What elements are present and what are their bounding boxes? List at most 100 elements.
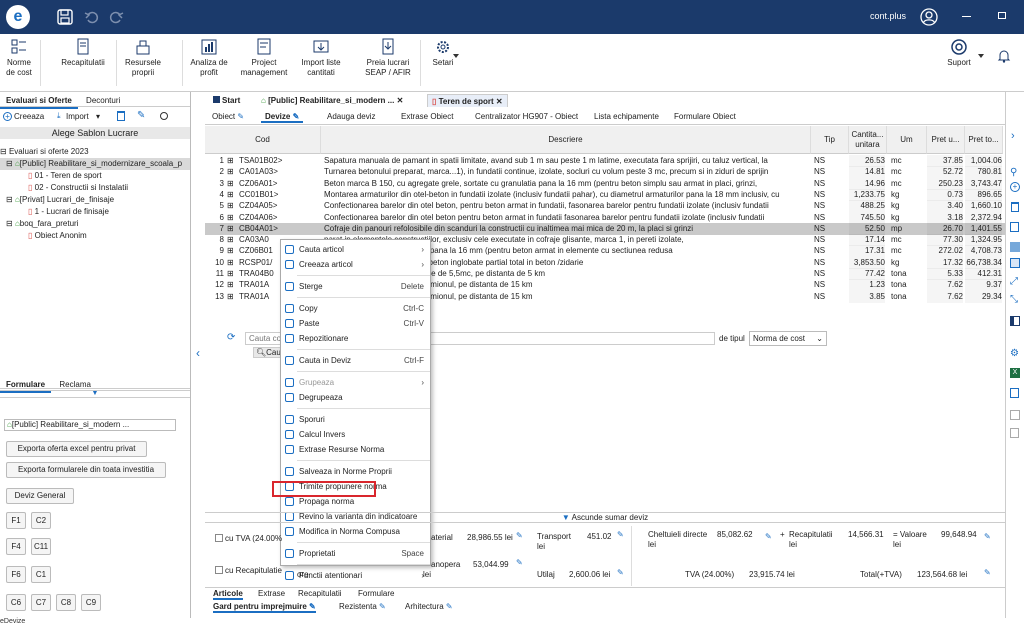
pencil-icon[interactable]: ✎ [984, 568, 991, 577]
tab-recapitulatii[interactable]: Recapitulatii [298, 589, 342, 598]
ribbon-import-liste[interactable]: Import liste cantitati [295, 38, 347, 90]
pencil-icon[interactable]: ✎ [617, 530, 624, 539]
expand-row-icon[interactable]: ⊞ [227, 279, 237, 291]
redo-icon[interactable] [108, 9, 124, 25]
copy-icon[interactable] [1010, 388, 1019, 398]
subtab-lista-echipamente[interactable]: Lista echipamente [594, 110, 659, 123]
ribbon-recapitulatii[interactable]: Recapitulatii [57, 38, 109, 90]
tree-node-boq[interactable]: ⊟ ⌂boq_fara_preturi [0, 218, 190, 230]
sheet-rezistenta[interactable]: Rezistenta ✎ [339, 602, 386, 611]
menu-item-sporuri[interactable]: Sporuri [281, 412, 432, 427]
tab-articole[interactable]: Articole [213, 589, 243, 600]
table-row[interactable]: 4 ⊞ CC01B01> Montarea armaturilor din otel-… [205, 188, 1005, 201]
menu-item-degrupeaza[interactable]: Degrupeaza [281, 390, 432, 405]
expand-row-icon[interactable]: ⊞ [227, 268, 237, 280]
table-row[interactable]: 3 ⊞ CZ06A01> Beton marca B 150, cu agregate… [205, 177, 1005, 190]
ribbon-resursele-proprii[interactable]: Resursele proprii [122, 38, 164, 90]
form-c11[interactable]: C11 [31, 538, 51, 555]
summary-toggle[interactable]: ▼ Ascunde sumar deviz [205, 512, 1005, 523]
user-icon[interactable] [920, 8, 938, 26]
ribbon-analiza-de-profit[interactable]: Analiza de profit [188, 38, 230, 90]
subtab-extrase-obiect[interactable]: Extrase Obiect [401, 110, 453, 123]
col-header-cantitate[interactable]: Cantita... unitara [849, 126, 887, 154]
tva-checkbox[interactable] [215, 534, 223, 542]
tree-node-object[interactable]: ▯ 02 - Constructii si Instalatii [0, 182, 190, 194]
tree-node-object[interactable]: ▯ Obiect Anonim [0, 230, 190, 242]
menu-item-salveaza-in-norme-proprii[interactable]: Salveaza in Norme Proprii [281, 464, 432, 479]
tab-project[interactable]: ⌂ [Public] Reabilitare_si_modern ... ✕ [257, 94, 407, 107]
col-header-pret-total[interactable]: Pret to... [965, 126, 1003, 154]
table-row[interactable]: 2 ⊞ CA01A03> Turnarea betonului preparat, m… [205, 166, 1005, 179]
pencil-icon[interactable]: ✎ [984, 532, 991, 541]
form-c6[interactable]: C6 [6, 594, 26, 611]
minimize-icon[interactable] [962, 16, 971, 17]
col-header-pret-unitar[interactable]: Pret u... [927, 126, 965, 154]
shrink-icon[interactable]: ⤡ [1010, 294, 1018, 305]
collapse-icon[interactable]: ⊟ [6, 195, 13, 204]
save-icon[interactable] [57, 9, 73, 25]
table-row[interactable]: 6 ⊞ CZ04A06> Confectionarea barelor din ote… [205, 211, 1005, 224]
restore-icon[interactable] [998, 12, 1006, 19]
app-logo[interactable]: e [6, 5, 30, 29]
col-header-cod[interactable]: Cod [205, 126, 321, 154]
close-icon[interactable]: ✕ [496, 97, 503, 106]
form-c2[interactable]: C2 [31, 512, 51, 529]
tab-formulare[interactable]: Formulare [358, 589, 394, 598]
subtab-devize[interactable]: Devize ✎ [261, 110, 304, 123]
tab-teren-de-sport[interactable]: ▯ Teren de sport ✕ [427, 94, 508, 107]
collapse-left-icon[interactable]: ‹ [191, 346, 205, 360]
tab-evaluari[interactable]: Evaluari si Oferte [0, 94, 78, 109]
trash-icon[interactable] [1011, 202, 1019, 212]
pencil-icon[interactable]: ✎ [617, 568, 624, 577]
template-button[interactable]: Alege Sablon Lucrare [0, 127, 190, 139]
tree-node-root[interactable]: ⊟ Evaluari si oferte 2023 [0, 146, 190, 158]
pencil-icon[interactable]: ✎ [516, 558, 523, 567]
menu-item-grupeaza[interactable]: Grupeaza › [281, 375, 432, 390]
tab-extrase[interactable]: Extrase [258, 589, 285, 598]
menu-item-cauta-articol[interactable]: Cauta articol › [281, 242, 432, 257]
tab-start[interactable]: Start [209, 94, 244, 107]
columns-icon[interactable] [1010, 316, 1020, 326]
tab-formulare[interactable]: Formulare [0, 378, 52, 393]
undo-icon[interactable] [84, 9, 100, 25]
ribbon-setari[interactable]: Setari [426, 38, 460, 90]
recap-checkbox[interactable] [215, 566, 223, 574]
expand-row-icon[interactable]: ⊞ [227, 291, 237, 303]
settings-icon[interactable]: ⚙ [1010, 348, 1019, 359]
trash-icon[interactable] [117, 111, 125, 121]
expand-row-icon[interactable]: ⊞ [227, 189, 237, 201]
expand-row-icon[interactable]: ⊞ [227, 212, 237, 224]
tab-deconturi[interactable]: Deconturi [80, 94, 126, 107]
search-icon[interactable] [160, 112, 168, 120]
col-header-um[interactable]: Um [887, 126, 927, 154]
expand-row-icon[interactable]: ⊞ [227, 223, 237, 235]
col-header-descriere[interactable]: Descriere [321, 126, 811, 154]
table-row[interactable]: 5 ⊞ CZ04A05> Confectionarea barelor din ote… [205, 200, 1005, 213]
compare-icon[interactable] [1010, 410, 1020, 420]
subtab-obiect[interactable]: Obiect ✎ [212, 110, 244, 123]
expand-row-icon[interactable]: ⊞ [227, 234, 237, 246]
form-c9[interactable]: C9 [81, 594, 101, 611]
tab-reclama[interactable]: Reclama [53, 378, 97, 391]
ribbon-preia-lucrari[interactable]: Preia lucrari SEAP / AFIR [360, 38, 416, 90]
ribbon-suport[interactable]: Suport [944, 38, 974, 90]
subtab-formulare-obiect[interactable]: Formulare Obiect [674, 110, 736, 123]
copy-gray-icon[interactable] [1010, 428, 1019, 438]
add-icon[interactable]: + [1010, 182, 1020, 192]
export-excel-button[interactable]: Exporta oferta excel pentru privat [6, 441, 147, 457]
expand-row-icon[interactable]: ⊞ [227, 257, 237, 269]
pencil-icon[interactable]: ✎ [516, 531, 523, 540]
ribbon-norme-de-cost[interactable]: Norme de cost [0, 38, 38, 90]
create-button[interactable]: Creeaza [14, 112, 44, 121]
expand-icon[interactable]: ⤢ [1010, 276, 1018, 287]
sheet-gard[interactable]: Gard pentru imprejmuire ✎ [213, 602, 316, 613]
tree-node-privat[interactable]: ⊟ ⌂[Privat] Lucrari_de_finisaje [0, 194, 190, 206]
form-c8[interactable]: C8 [56, 594, 76, 611]
form-c1[interactable]: C1 [31, 566, 51, 583]
expand-row-icon[interactable]: ⊞ [227, 200, 237, 212]
copy-icon[interactable] [1010, 222, 1019, 232]
chevron-down-icon[interactable] [453, 54, 459, 58]
menu-item-copy[interactable]: Copy Ctrl-C [281, 301, 432, 316]
import-button[interactable]: Import [66, 112, 89, 121]
table-row[interactable]: 7 ⊞ CB04A01> Cofraje din panouri refolosibi… [205, 222, 1005, 235]
